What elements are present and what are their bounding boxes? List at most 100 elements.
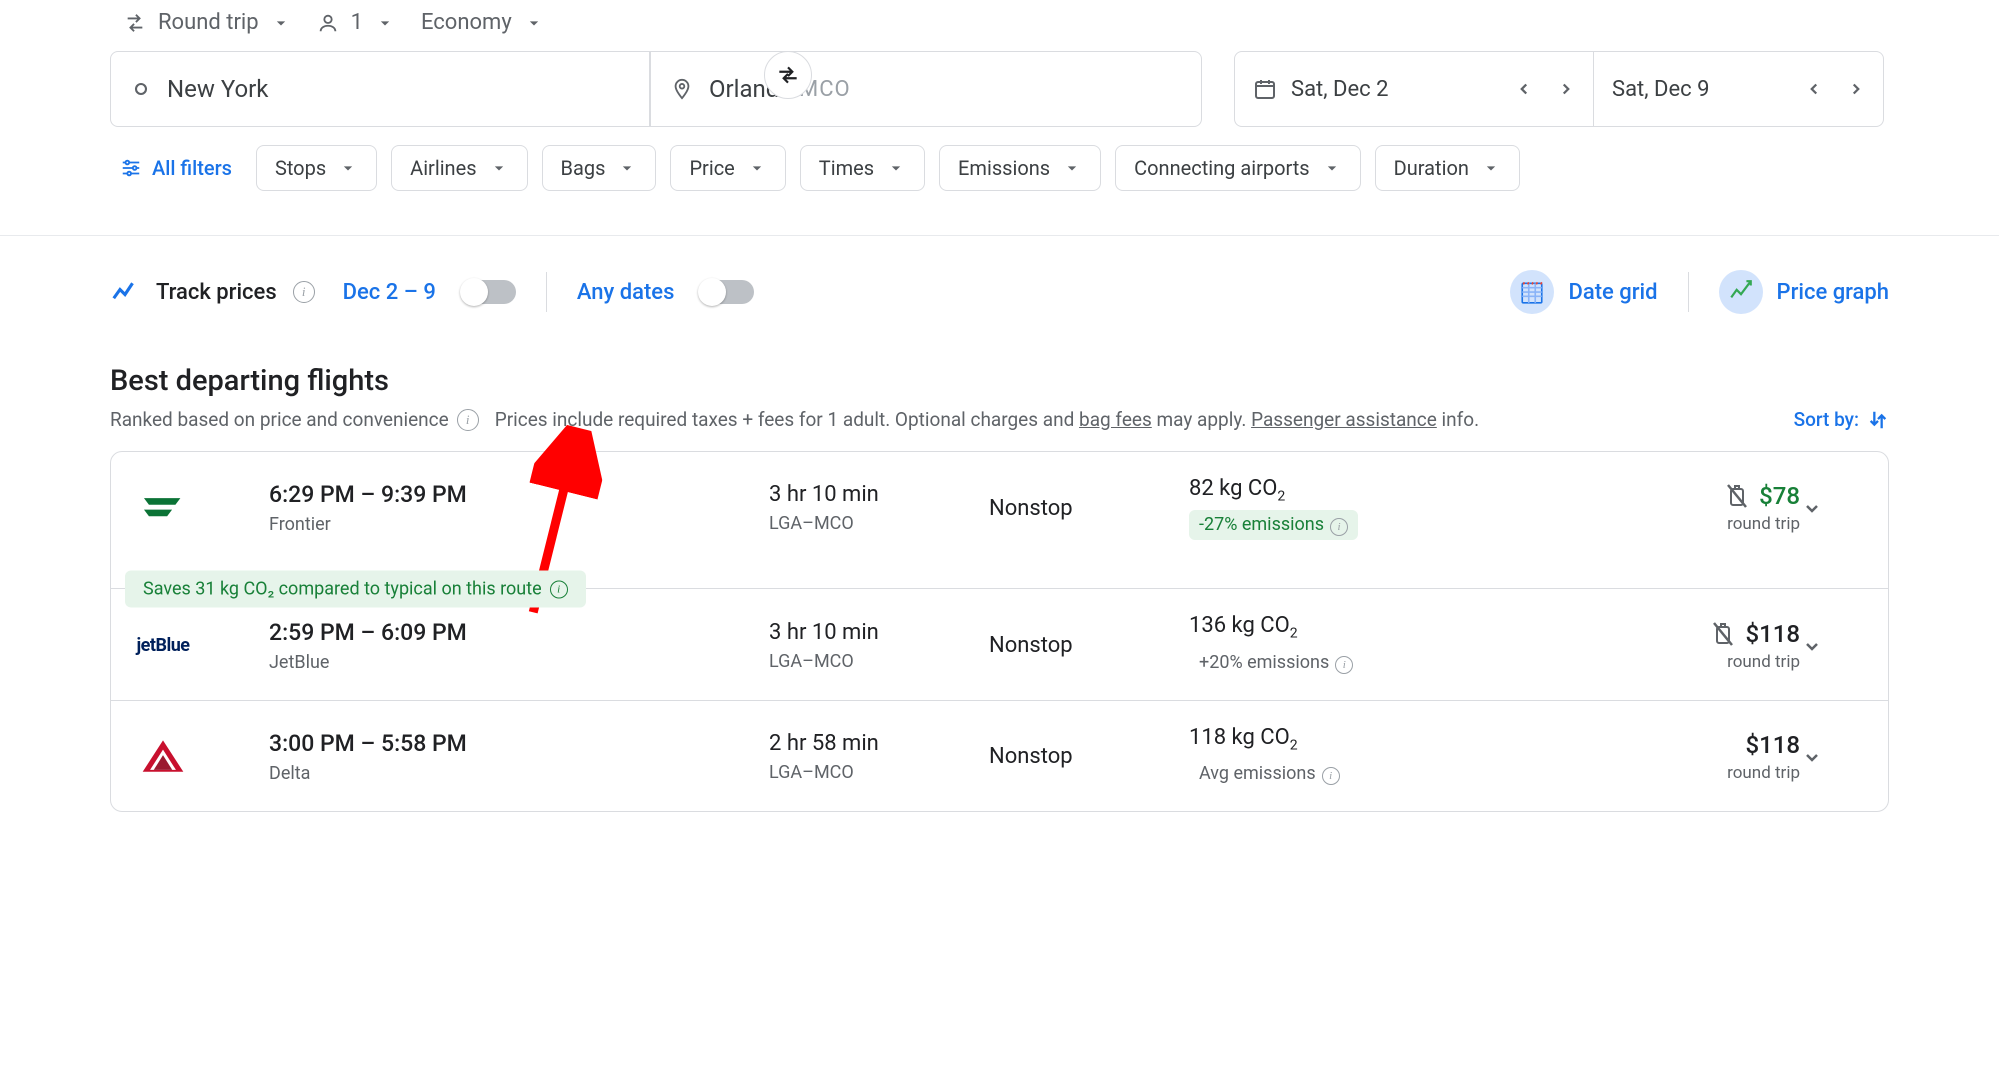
trip-type-dropdown[interactable]: Round trip (124, 10, 291, 35)
passenger-assistance-link[interactable]: Passenger assistance (1251, 408, 1437, 431)
flight-price: $118 (1449, 620, 1800, 648)
bag-fees-link[interactable]: bag fees (1079, 408, 1152, 431)
info-icon[interactable]: i (1335, 656, 1353, 674)
flight-route: LGA–MCO (769, 513, 989, 534)
chevron-right-icon[interactable] (1557, 80, 1575, 98)
expand-button[interactable] (1800, 496, 1860, 520)
swap-horiz-icon (775, 62, 801, 88)
filter-chip-bags[interactable]: Bags (542, 145, 657, 191)
results-list: 6:29 PM – 9:39 PM Frontier 3 hr 10 min L… (110, 451, 1889, 812)
flight-co2: 118 kg CO2 (1189, 725, 1449, 753)
info-icon[interactable]: i (550, 580, 568, 598)
track-dates-short: Dec 2 – 9 (343, 280, 436, 305)
airline-name: Delta (269, 763, 769, 784)
filter-chip-airlines[interactable]: Airlines (391, 145, 527, 191)
chevron-down-icon (886, 158, 906, 178)
calendar-icon (1253, 77, 1277, 101)
no-carryon-icon (1711, 620, 1735, 648)
return-date-text: Sat, Dec 9 (1612, 77, 1787, 102)
flight-price: $78 (1449, 482, 1800, 510)
all-filters-button[interactable]: All filters (110, 148, 242, 188)
chevron-down-icon (1800, 745, 1824, 769)
track-any-dates-toggle[interactable] (700, 280, 754, 304)
track-prices-label: Track prices (156, 280, 277, 305)
price-graph-label: Price graph (1777, 280, 1889, 305)
passenger-count: 1 (351, 10, 363, 35)
chip-label: Airlines (410, 156, 476, 180)
divider (0, 235, 1999, 236)
chevron-down-icon (524, 13, 544, 33)
info-icon[interactable]: i (457, 409, 479, 431)
track-dates-toggle[interactable] (462, 280, 516, 304)
filter-chip-price[interactable]: Price (670, 145, 785, 191)
airline-logo: jetBlue (139, 622, 187, 670)
round-trip-label: round trip (1449, 652, 1800, 672)
chevron-left-icon[interactable] (1805, 80, 1823, 98)
section-subtitle-2a: Prices include required taxes + fees for… (495, 408, 1079, 431)
chip-label: Emissions (958, 156, 1050, 180)
departure-date-input[interactable]: Sat, Dec 2 (1234, 51, 1594, 127)
chevron-down-icon (375, 13, 395, 33)
return-date-input[interactable]: Sat, Dec 9 (1594, 51, 1884, 127)
round-trip-label: round trip (1449, 763, 1800, 783)
chevron-down-icon (1322, 158, 1342, 178)
chip-label: Price (689, 156, 734, 180)
divider (1688, 272, 1689, 312)
filter-chip-duration[interactable]: Duration (1375, 145, 1520, 191)
chip-label: Stops (275, 156, 326, 180)
swap-button[interactable] (764, 51, 812, 99)
cabin-class-label: Economy (421, 10, 512, 35)
trip-type-label: Round trip (158, 10, 259, 35)
flight-duration: 2 hr 58 min (769, 731, 989, 756)
filter-chip-emissions[interactable]: Emissions (939, 145, 1101, 191)
price-graph-button[interactable]: Price graph (1719, 270, 1889, 314)
cabin-class-dropdown[interactable]: Economy (421, 10, 544, 35)
chevron-right-icon[interactable] (1847, 80, 1865, 98)
chip-label: Connecting airports (1134, 156, 1310, 180)
info-icon[interactable]: i (293, 281, 315, 303)
airline-logo (139, 733, 187, 781)
section-subtitle-1: Ranked based on price and convenience (110, 408, 449, 431)
all-filters-label: All filters (152, 156, 232, 180)
filter-chip-connecting-airports[interactable]: Connecting airports (1115, 145, 1361, 191)
expand-button[interactable] (1800, 634, 1860, 658)
no-carryon-icon (1725, 482, 1749, 510)
date-grid-button[interactable]: Date grid (1510, 270, 1657, 314)
flight-row[interactable]: 3:00 PM – 5:58 PM Delta 2 hr 58 min LGA–… (111, 700, 1888, 811)
chevron-down-icon (1800, 496, 1824, 520)
chevron-left-icon[interactable] (1515, 80, 1533, 98)
section-title: Best departing flights (110, 364, 1889, 398)
circle-icon (131, 79, 151, 99)
flight-times: 2:59 PM – 6:09 PM (269, 619, 769, 646)
flight-times: 3:00 PM – 5:58 PM (269, 730, 769, 757)
chevron-down-icon (617, 158, 637, 178)
info-icon[interactable]: i (1330, 518, 1348, 536)
chevron-down-icon (489, 158, 509, 178)
flight-route: LGA–MCO (769, 651, 989, 672)
destination-input[interactable]: Orlando MCO (650, 51, 1202, 127)
section-subtitle-2b: may apply. (1152, 408, 1251, 431)
sort-by-label: Sort by: (1794, 408, 1859, 431)
airline-name: JetBlue (269, 652, 769, 673)
sort-by-button[interactable]: Sort by: (1794, 408, 1889, 431)
swap-arrows-icon (124, 12, 146, 34)
filter-chip-stops[interactable]: Stops (256, 145, 377, 191)
savings-banner: Saves 31 kg CO₂ compared to typical on t… (125, 571, 586, 608)
expand-button[interactable] (1800, 745, 1860, 769)
tune-icon (120, 157, 142, 179)
passenger-dropdown[interactable]: 1 (317, 10, 395, 35)
section-subtitle-2c: info. (1437, 408, 1479, 431)
chevron-down-icon (1481, 158, 1501, 178)
chevron-down-icon (271, 13, 291, 33)
trend-icon (110, 277, 140, 307)
divider (546, 272, 547, 312)
price-graph-icon (1719, 270, 1763, 314)
filter-chip-times[interactable]: Times (800, 145, 925, 191)
flight-stops: Nonstop (989, 633, 1189, 658)
origin-text: New York (167, 75, 268, 103)
origin-input[interactable]: New York (110, 51, 650, 127)
info-icon[interactable]: i (1322, 767, 1340, 785)
chevron-down-icon (338, 158, 358, 178)
flight-row[interactable]: 6:29 PM – 9:39 PM Frontier 3 hr 10 min L… (111, 452, 1888, 588)
chevron-down-icon (1062, 158, 1082, 178)
